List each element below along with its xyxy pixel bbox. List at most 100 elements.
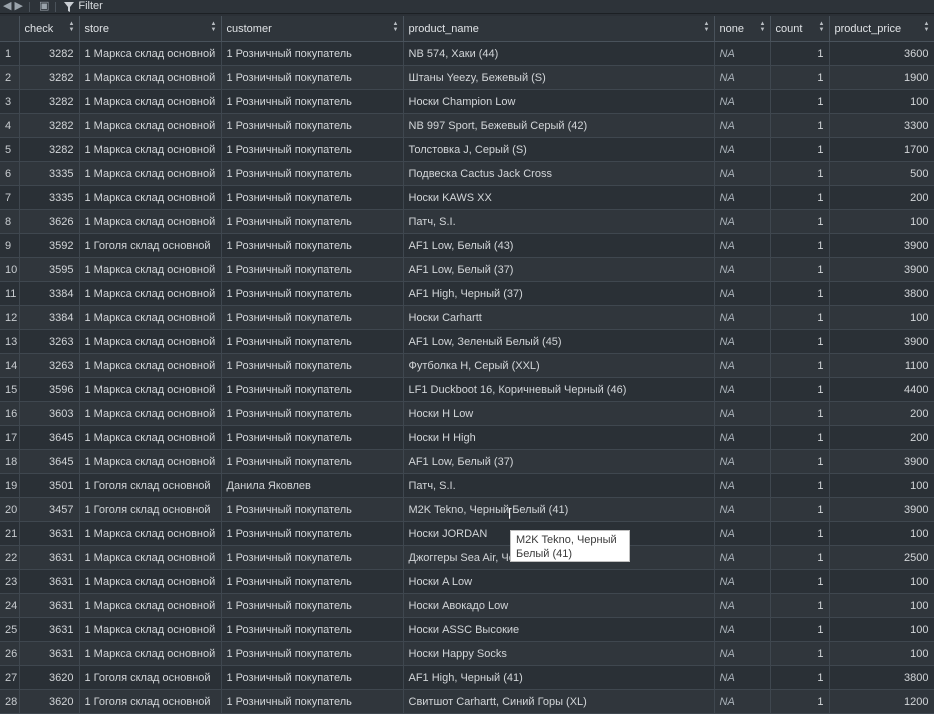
table-row[interactable]: 18 3645 1 Маркса склад основной 1 Розничный… [0,449,934,474]
cell-count[interactable]: 1 [770,257,830,282]
cell-product-name[interactable]: M2K Tekno, Черный Белый (41) [403,497,715,522]
cell-check[interactable]: 3631 [19,593,80,618]
cell-none[interactable]: NA [714,473,771,498]
cell-count[interactable]: 1 [770,497,830,522]
row-index[interactable]: 28 [0,689,20,714]
cell-none[interactable]: NA [714,305,771,330]
table-row[interactable]: 26 3631 1 Маркса склад основной 1 Розничный… [0,641,934,666]
cell-check[interactable]: 3631 [19,617,80,642]
cell-product-name[interactable]: Носки A Low [403,569,715,594]
cell-check[interactable]: 3282 [19,89,80,114]
cell-customer[interactable]: 1 Розничный покупатель [221,185,404,210]
cell-count[interactable]: 1 [770,305,830,330]
cell-none[interactable]: NA [714,593,771,618]
cell-none[interactable]: NA [714,641,771,666]
cell-product-price[interactable]: 100 [829,641,934,666]
cell-product-price[interactable]: 1700 [829,137,934,162]
cell-product-name[interactable]: AF1 Low, Зеленый Белый (45) [403,329,715,354]
row-index[interactable]: 8 [0,209,20,234]
cell-count[interactable]: 1 [770,617,830,642]
cell-check[interactable]: 3631 [19,545,80,570]
cell-customer[interactable]: 1 Розничный покупатель [221,545,404,570]
cell-product-name[interactable]: Свитшот Carhartt, Синий Горы (XL) [403,689,715,714]
cell-product-price[interactable]: 3600 [829,41,934,66]
cell-product-price[interactable]: 3900 [829,329,934,354]
cell-product-name[interactable]: AF1 High, Черный (41) [403,665,715,690]
table-row[interactable]: 27 3620 1 Гоголя склад основной 1 Розничный… [0,665,934,690]
cell-customer[interactable]: 1 Розничный покупатель [221,569,404,594]
row-index[interactable]: 16 [0,401,20,426]
cell-store[interactable]: 1 Гоголя склад основной [79,665,222,690]
cell-count[interactable]: 1 [770,161,830,186]
cell-product-name[interactable]: AF1 Low, Белый (43) [403,233,715,258]
cell-product-name[interactable]: Носки H High [403,425,715,450]
cell-store[interactable]: 1 Маркса склад основной [79,425,222,450]
row-index[interactable]: 4 [0,113,20,138]
cell-none[interactable]: NA [714,569,771,594]
cell-product-name[interactable]: Носки ASSC Высокие [403,617,715,642]
cell-none[interactable]: NA [714,521,771,546]
cell-product-price[interactable]: 2500 [829,545,934,570]
cell-product-price[interactable]: 100 [829,617,934,642]
row-index[interactable]: 25 [0,617,20,642]
cell-check[interactable]: 3595 [19,257,80,282]
cell-customer[interactable]: 1 Розничный покупатель [221,665,404,690]
cell-store[interactable]: 1 Маркса склад основной [79,281,222,306]
back-arrow-icon[interactable]: ◀ [3,1,11,12]
cell-product-name[interactable]: AF1 Low, Белый (37) [403,449,715,474]
cell-store[interactable]: 1 Маркса склад основной [79,329,222,354]
cell-store[interactable]: 1 Маркса склад основной [79,545,222,570]
cell-count[interactable]: 1 [770,281,830,306]
cell-product-name[interactable]: AF1 High, Черный (37) [403,281,715,306]
cell-store[interactable]: 1 Маркса склад основной [79,41,222,66]
cell-check[interactable]: 3620 [19,665,80,690]
row-index[interactable]: 22 [0,545,20,570]
cell-check[interactable]: 3631 [19,521,80,546]
cell-store[interactable]: 1 Маркса склад основной [79,185,222,210]
cell-none[interactable]: NA [714,41,771,66]
cell-count[interactable]: 1 [770,425,830,450]
cell-count[interactable]: 1 [770,185,830,210]
cell-count[interactable]: 1 [770,665,830,690]
table-row[interactable]: 2 3282 1 Маркса склад основной 1 Розничный … [0,65,934,90]
table-row[interactable]: 23 3631 1 Маркса склад основной 1 Розничный… [0,569,934,594]
cell-store[interactable]: 1 Гоголя склад основной [79,233,222,258]
cell-store[interactable]: 1 Гоголя склад основной [79,473,222,498]
table-row[interactable]: 7 3335 1 Маркса склад основной 1 Розничный … [0,185,934,210]
column-header-product-price[interactable]: product_price ▲ ▼ [829,16,934,42]
cell-customer[interactable]: 1 Розничный покупатель [221,305,404,330]
cell-product-name[interactable]: Штаны Yeezy, Бежевый (S) [403,65,715,90]
cell-count[interactable]: 1 [770,545,830,570]
cell-product-price[interactable]: 200 [829,425,934,450]
cell-check[interactable]: 3596 [19,377,80,402]
cell-store[interactable]: 1 Маркса склад основной [79,89,222,114]
cell-product-price[interactable]: 100 [829,305,934,330]
row-index[interactable]: 26 [0,641,20,666]
cell-customer[interactable]: 1 Розничный покупатель [221,617,404,642]
cell-store[interactable]: 1 Маркса склад основной [79,641,222,666]
table-row[interactable]: 11 3384 1 Маркса склад основной 1 Розничный… [0,281,934,306]
cell-count[interactable]: 1 [770,89,830,114]
column-header-check[interactable]: check ▲ ▼ [19,16,80,42]
cell-none[interactable]: NA [714,353,771,378]
cell-customer[interactable]: 1 Розничный покупатель [221,593,404,618]
cell-none[interactable]: NA [714,161,771,186]
cell-product-price[interactable]: 1200 [829,689,934,714]
cell-product-price[interactable]: 3900 [829,257,934,282]
cell-check[interactable]: 3631 [19,641,80,666]
row-index[interactable]: 9 [0,233,20,258]
cell-customer[interactable]: 1 Розничный покупатель [221,425,404,450]
cell-customer[interactable]: 1 Розничный покупатель [221,41,404,66]
table-row[interactable]: 6 3335 1 Маркса склад основной 1 Розничный … [0,161,934,186]
cell-product-name[interactable]: Патч, S.I. [403,473,715,498]
cell-count[interactable]: 1 [770,377,830,402]
cell-none[interactable]: NA [714,497,771,522]
table-row[interactable]: 16 3603 1 Маркса склад основной 1 Розничный… [0,401,934,426]
cell-none[interactable]: NA [714,113,771,138]
cell-customer[interactable]: 1 Розничный покупатель [221,65,404,90]
cell-customer[interactable]: 1 Розничный покупатель [221,161,404,186]
cell-check[interactable]: 3620 [19,689,80,714]
table-row[interactable]: 28 3620 1 Гоголя склад основной 1 Розничный… [0,689,934,714]
cell-customer[interactable]: 1 Розничный покупатель [221,449,404,474]
cell-store[interactable]: 1 Маркса склад основной [79,617,222,642]
